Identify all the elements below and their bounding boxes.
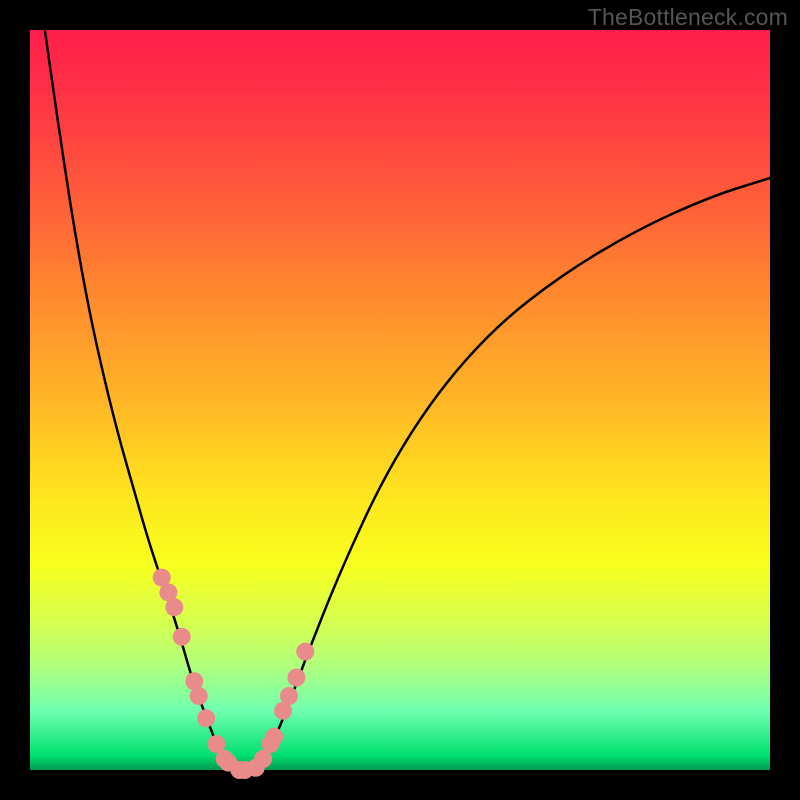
data-point: [265, 728, 283, 746]
chart-svg: [30, 30, 770, 770]
curve-group: [45, 30, 770, 770]
points-group: [153, 569, 315, 779]
bottleneck-curve: [45, 30, 770, 770]
chart-frame: TheBottleneck.com: [0, 0, 800, 800]
plot-area: [30, 30, 770, 770]
data-point: [287, 669, 305, 687]
data-point: [197, 709, 215, 727]
watermark-text: TheBottleneck.com: [588, 4, 788, 31]
data-point: [190, 687, 208, 705]
data-point: [280, 687, 298, 705]
data-point: [165, 598, 183, 616]
data-point: [296, 643, 314, 661]
data-point: [173, 628, 191, 646]
